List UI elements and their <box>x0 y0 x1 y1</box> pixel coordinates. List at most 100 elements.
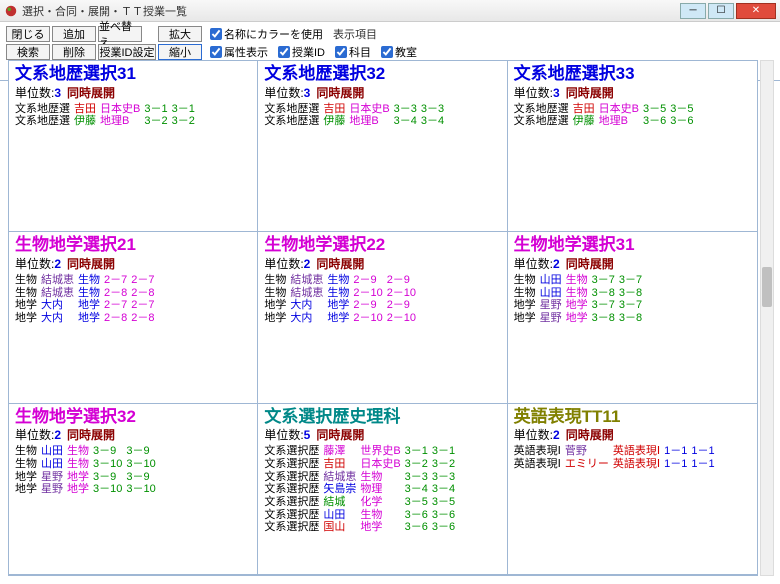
check-color[interactable]: 名称にカラーを使用 <box>210 26 323 42</box>
cell: 文系選択歴 <box>264 471 323 484</box>
cell: 3－4 <box>421 115 448 128</box>
cell: 1－1 <box>691 445 718 458</box>
table-row: 地学星野地学3－103－10 <box>15 483 160 496</box>
cell: 3－1 <box>432 445 459 458</box>
table-row: 生物結城恵生物2－92－9 <box>264 274 420 287</box>
course-card[interactable]: 生物地学選択21単位数:2同時展開生物結城恵生物2－72－7生物結城恵生物2－8… <box>9 232 258 403</box>
cell: 3－2 <box>432 458 459 471</box>
check-attr[interactable]: 属性表示 <box>210 44 268 60</box>
cell: 英語表現Ⅰ <box>514 445 565 458</box>
zoomout-button[interactable]: 縮小 <box>158 44 202 60</box>
table-row: 文系地歴選吉田日本史B3－33－3 <box>264 103 448 116</box>
table-row: 生物山田生物3－83－8 <box>514 287 647 300</box>
cell: 大内 <box>290 299 327 312</box>
cell: 文系選択歴 <box>264 483 323 496</box>
cell: 地学 <box>15 312 41 325</box>
cell: 国山 <box>323 521 360 534</box>
course-card[interactable]: 英語表現TT11単位数:2同時展開英語表現Ⅰ菅野英語表現Ⅰ1－11－1英語表現Ⅰ… <box>508 404 757 575</box>
cell: 文系地歴選 <box>15 103 74 116</box>
vertical-scrollbar[interactable] <box>760 60 774 576</box>
card-subtitle: 単位数:2同時展開 <box>514 255 751 272</box>
content-area: 文系地歴選択31単位数:3同時展開文系地歴選吉田日本史B3－13－1文系地歴選伊… <box>8 60 758 576</box>
cell: 3－7 <box>619 299 646 312</box>
check-subject[interactable]: 科目 <box>335 44 371 60</box>
card-table: 生物結城恵生物2－72－7生物結城恵生物2－82－8地学大内地学2－72－7地学… <box>15 274 159 325</box>
course-card[interactable]: 文系地歴選択31単位数:3同時展開文系地歴選吉田日本史B3－13－1文系地歴選伊… <box>9 61 258 232</box>
delete-button[interactable]: 削除 <box>52 44 96 60</box>
cell: 3－6 <box>405 509 432 522</box>
card-subtitle: 単位数:5同時展開 <box>264 426 500 443</box>
minimize-button[interactable]: ─ <box>680 3 706 19</box>
add-button[interactable]: 追加 <box>52 26 96 42</box>
table-row: 英語表現Ⅰ菅野英語表現Ⅰ1－11－1 <box>514 445 719 458</box>
close-button[interactable]: ✕ <box>736 3 776 19</box>
card-table: 生物結城恵生物2－92－9生物結城恵生物2－102－10地学大内地学2－92－9… <box>264 274 420 325</box>
course-card[interactable]: 文系地歴選択32単位数:3同時展開文系地歴選吉田日本史B3－33－3文系地歴選伊… <box>258 61 507 232</box>
cell: 2－8 <box>131 312 158 325</box>
table-row: 地学大内地学2－82－8 <box>15 312 159 325</box>
cell: 3－1 <box>405 445 432 458</box>
cell: 日本史B <box>349 103 393 116</box>
cell: 3－6 <box>432 509 459 522</box>
cell: 3－10 <box>93 458 126 471</box>
cell: 生物 <box>67 458 93 471</box>
course-card[interactable]: 文系選択歴史理科単位数:5同時展開文系選択歴藤澤世界史B3－13－1文系選択歴吉… <box>258 404 507 575</box>
table-row: 地学大内地学2－102－10 <box>264 312 420 325</box>
cell: 生物 <box>327 274 353 287</box>
cell: 3－9 <box>126 445 159 458</box>
course-card[interactable]: 生物地学選択32単位数:2同時展開生物山田生物3－93－9生物山田生物3－103… <box>9 404 258 575</box>
search-button[interactable]: 検索 <box>6 44 50 60</box>
cell: 3－7 <box>592 299 619 312</box>
cell: 生物 <box>67 445 93 458</box>
scrollbar-thumb[interactable] <box>762 267 772 307</box>
table-row: 文系地歴選吉田日本史B3－53－5 <box>514 103 698 116</box>
check-jid[interactable]: 授業ID <box>278 44 325 60</box>
cell: 英語表現Ⅰ <box>613 445 664 458</box>
cell: 3－3 <box>394 103 421 116</box>
card-subtitle: 単位数:3同時展開 <box>15 84 251 101</box>
cell: 化学 <box>360 496 404 509</box>
cell: 3－2 <box>405 458 432 471</box>
cell: 生物 <box>514 274 540 287</box>
check-room[interactable]: 教室 <box>381 44 417 60</box>
cell: 吉田 <box>573 103 599 116</box>
cell: 吉田 <box>74 103 100 116</box>
table-row: 文系選択歴山田生物3－63－6 <box>264 509 459 522</box>
cell: 地学 <box>15 471 41 484</box>
cell: 2－7 <box>131 299 158 312</box>
table-row: 文系選択歴藤澤世界史B3－13－1 <box>264 445 459 458</box>
course-card[interactable]: 文系地歴選択33単位数:3同時展開文系地歴選吉田日本史B3－53－5文系地歴選伊… <box>508 61 757 232</box>
table-row: 文系地歴選伊藤地理B3－43－4 <box>264 115 448 128</box>
cell: 2－7 <box>131 274 158 287</box>
cell: 3－8 <box>592 287 619 300</box>
cell: 地学 <box>67 471 93 484</box>
cell: 2－7 <box>104 299 131 312</box>
cell: 藤澤 <box>323 445 360 458</box>
cell: 3－4 <box>394 115 421 128</box>
cell: 地理B <box>349 115 393 128</box>
cell: 3－3 <box>421 103 448 116</box>
cell: 3－8 <box>619 312 646 325</box>
cell: 結城恵 <box>290 287 327 300</box>
table-row: 生物結城恵生物2－72－7 <box>15 274 159 287</box>
idset-button[interactable]: 授業ID設定 <box>98 44 156 60</box>
card-subtitle: 単位数:2同時展開 <box>264 255 500 272</box>
course-card[interactable]: 生物地学選択31単位数:2同時展開生物山田生物3－73－7生物山田生物3－83－… <box>508 232 757 403</box>
table-row: 文系選択歴国山地学3－63－6 <box>264 521 459 534</box>
cell: 結城恵 <box>323 471 360 484</box>
cell: 3－1 <box>144 103 171 116</box>
cell: 生物 <box>15 274 41 287</box>
sort-button[interactable]: 並べ替え <box>98 26 142 42</box>
close-panel-button[interactable]: 閉じる <box>6 26 50 42</box>
cell: 生物 <box>566 274 592 287</box>
zoomin-button[interactable]: 拡大 <box>158 26 202 42</box>
card-table: 文系地歴選吉田日本史B3－13－1文系地歴選伊藤地理B3－23－2 <box>15 103 199 128</box>
cell: 3－9 <box>93 471 126 484</box>
cell: 山田 <box>540 287 566 300</box>
maximize-button[interactable]: ☐ <box>708 3 734 19</box>
cell: 3－6 <box>432 521 459 534</box>
cell: 生物 <box>264 287 290 300</box>
cell: 世界史B <box>360 445 404 458</box>
course-card[interactable]: 生物地学選択22単位数:2同時展開生物結城恵生物2－92－9生物結城恵生物2－1… <box>258 232 507 403</box>
cell: 2－9 <box>387 274 420 287</box>
